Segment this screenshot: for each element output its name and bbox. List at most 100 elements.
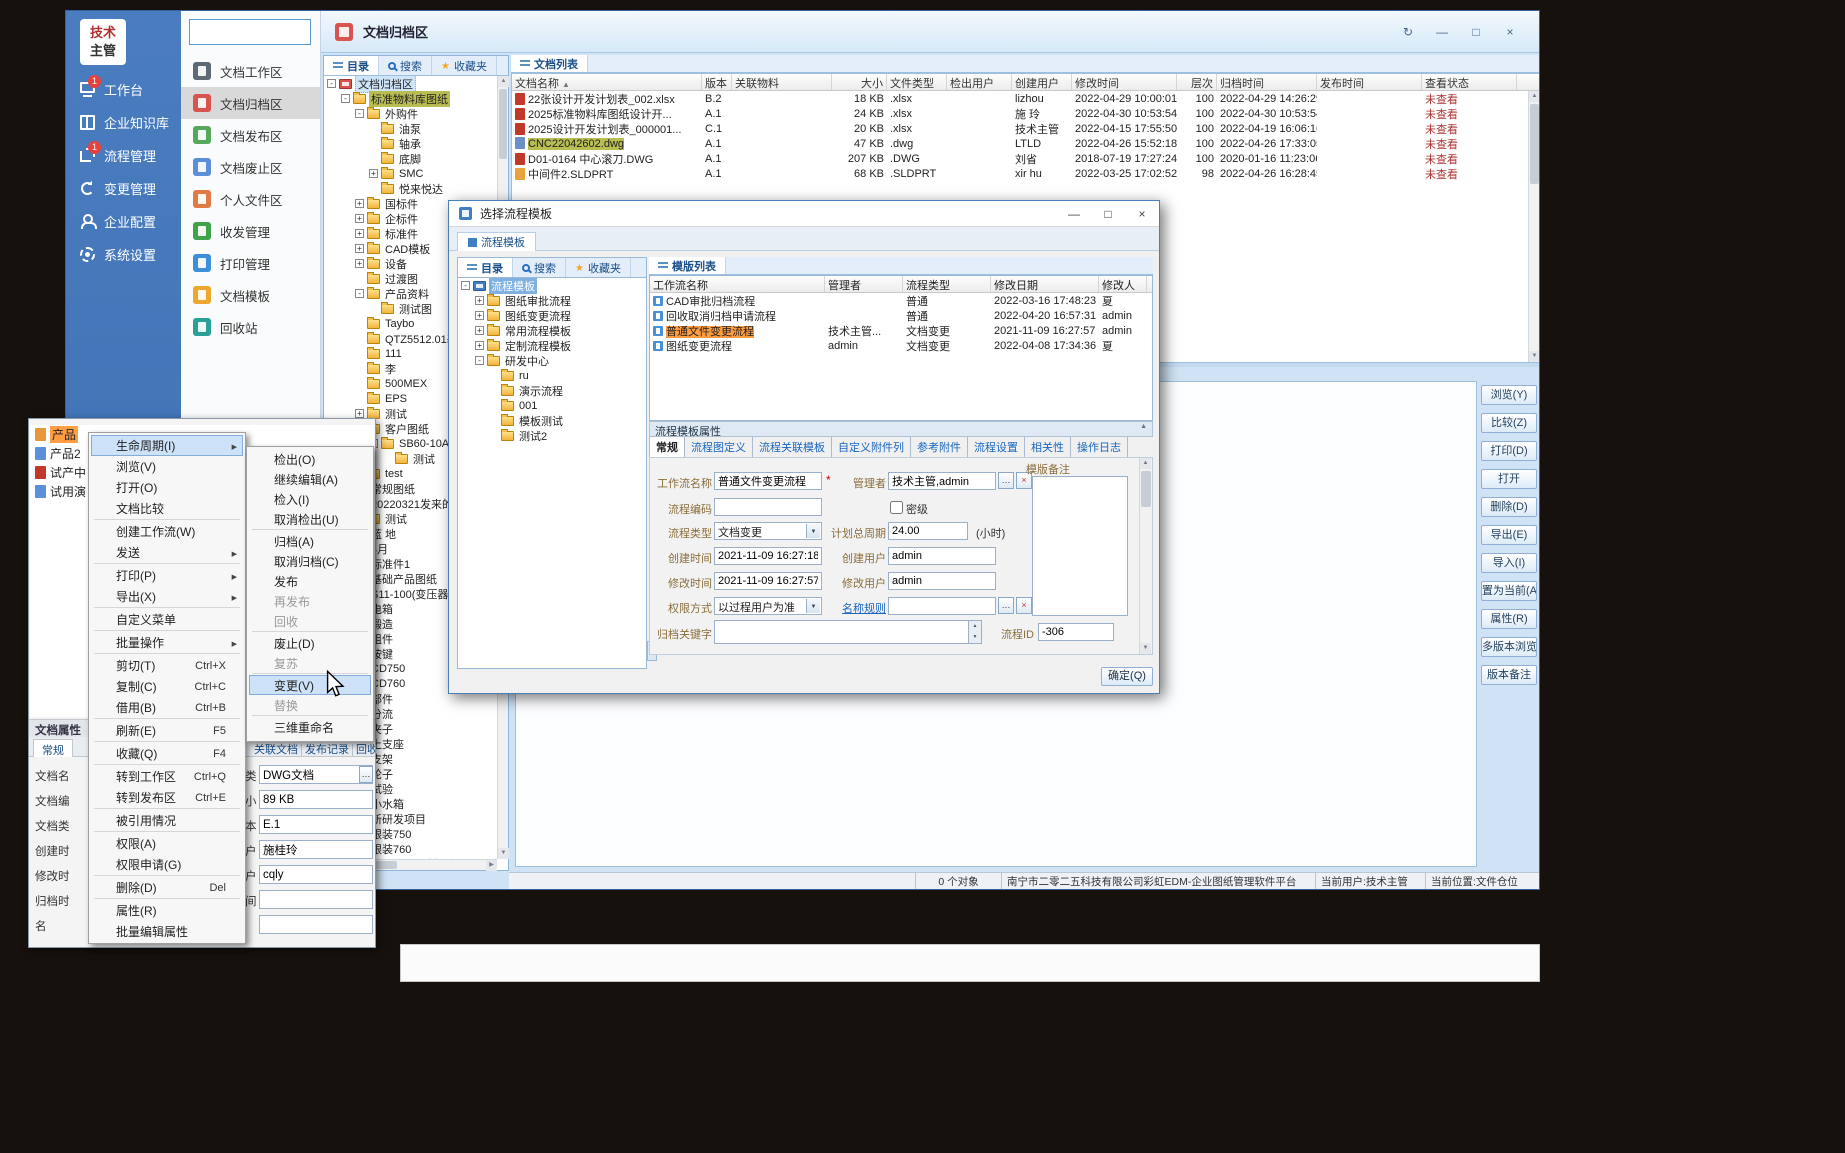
menu-item[interactable]: 复苏 — [249, 653, 371, 673]
tree-node[interactable]: 标准物料库图纸 — [324, 91, 497, 106]
close-icon[interactable]: × — [1497, 22, 1523, 42]
menu-item[interactable]: 取消归档(C) — [249, 551, 371, 571]
form-scrollbar[interactable] — [1139, 458, 1152, 654]
menu-item[interactable]: 文档比较 — [91, 498, 243, 519]
menu-item[interactable]: 替换 — [249, 695, 371, 715]
expand-toggle-icon[interactable] — [475, 356, 484, 365]
menu-item[interactable]: 借用(B) Ctrl+B — [91, 697, 243, 718]
menu-item[interactable] — [94, 898, 240, 899]
maximize-icon[interactable]: □ — [1091, 201, 1125, 227]
props-tab[interactable]: 流程关联模板 — [753, 437, 832, 457]
tree-node[interactable]: 文档归档区 — [324, 76, 497, 91]
tree-tab[interactable]: 收藏夹 — [566, 258, 631, 277]
prop-value-input[interactable] — [259, 890, 373, 909]
doc-props-tab[interactable]: 关联文档 — [251, 744, 302, 756]
tree-node[interactable]: 轴承 — [324, 136, 497, 151]
naming-rule-link[interactable]: 名称规则 — [826, 600, 886, 616]
workspace-item[interactable]: 打印管理 — [181, 247, 320, 279]
menu-item[interactable] — [252, 631, 368, 632]
tree-tab[interactable]: 搜索 — [379, 56, 432, 75]
close-icon[interactable]: × — [1125, 201, 1159, 227]
menu-item[interactable] — [94, 808, 240, 809]
props-tab[interactable]: 流程图定义 — [685, 437, 753, 457]
tree-node[interactable]: 模板测试 — [458, 413, 646, 428]
menu-item[interactable]: 回收 — [249, 611, 371, 631]
menu-item[interactable] — [94, 718, 240, 719]
column-header[interactable]: 流程类型 — [903, 276, 991, 292]
workspace-item[interactable]: 个人文件区 — [181, 183, 320, 215]
workspace-item[interactable]: 收发管理 — [181, 215, 320, 247]
menu-item[interactable]: 转到工作区 Ctrl+Q — [91, 766, 243, 787]
menu-item[interactable]: 权限(A) — [91, 833, 243, 854]
tab-template-list[interactable]: 模版列表 — [649, 257, 726, 274]
scroll-up-icon[interactable] — [1140, 458, 1151, 469]
workspace-item[interactable]: 回收站 — [181, 311, 320, 343]
props-tab[interactable]: 自定义附件列 — [832, 437, 911, 457]
menu-item[interactable]: 打印(P) — [91, 565, 243, 586]
doc-list-scrollbar[interactable] — [1528, 91, 1540, 362]
column-header[interactable]: 关联物料 — [732, 74, 832, 90]
doc-row[interactable]: D01-0164 中心滚刀.DWG A.1 207 KB .DWG 刘省 201… — [512, 151, 1540, 166]
menu-item[interactable] — [94, 519, 240, 520]
prop-value-input[interactable] — [259, 815, 373, 834]
prop-value-input[interactable] — [259, 790, 373, 809]
menu-item[interactable]: 废止(D) — [249, 633, 371, 653]
props-tab[interactable]: 参考附件 — [911, 437, 968, 457]
tree-node[interactable]: SMC — [324, 166, 497, 181]
expand-toggle-icon[interactable] — [369, 169, 378, 178]
menu-item[interactable]: 被引用情况 — [91, 810, 243, 831]
workflow-name-field[interactable] — [714, 472, 822, 490]
template-row[interactable]: 图纸变更流程 admin 文档变更 2022-04-08 17:34:36 夏 — [650, 338, 1152, 353]
doc-row[interactable]: 2025标准物料库图纸设计开... A.1 24 KB .xlsx 施 玲 20… — [512, 106, 1540, 121]
tree-node[interactable]: 演示流程 — [458, 383, 646, 398]
props-tab[interactable]: 流程设置 — [968, 437, 1025, 457]
tree-node[interactable]: 常用流程模板 — [458, 323, 646, 338]
menu-item[interactable]: 权限申请(G) — [91, 854, 243, 875]
tree-node[interactable]: 图纸审批流程 — [458, 293, 646, 308]
sidebar-item[interactable]: 企业知识库 — [66, 106, 181, 139]
minimize-icon[interactable]: — — [1429, 22, 1455, 42]
tree-node[interactable]: 图纸变更流程 — [458, 308, 646, 323]
doc-row[interactable]: 22张设计开发计划表_002.xlsx B.2 18 KB .xlsx lizh… — [512, 91, 1540, 106]
menu-item[interactable]: 剪切(T) Ctrl+X — [91, 655, 243, 676]
tab-doc-list[interactable]: 文档列表 — [511, 55, 588, 72]
prop-value-input[interactable] — [259, 865, 373, 884]
column-header[interactable]: 归档时间 — [1217, 74, 1317, 90]
workspace-item[interactable]: 文档发布区 — [181, 119, 320, 151]
props-tab[interactable]: 操作日志 — [1071, 437, 1128, 457]
sidebar-item[interactable]: 1 工作台 — [66, 73, 181, 106]
secret-checkbox[interactable] — [890, 501, 903, 514]
tree-node[interactable]: ru — [458, 368, 646, 383]
action-button[interactable]: 浏览(Y) — [1481, 385, 1537, 405]
menu-item[interactable]: 浏览(V) — [91, 456, 243, 477]
tree-node[interactable]: 定制流程模板 — [458, 338, 646, 353]
workspace-item[interactable]: 文档工作区 — [181, 55, 320, 87]
prop-value-input[interactable] — [259, 840, 373, 859]
menu-item[interactable]: 刷新(E) F5 — [91, 720, 243, 741]
doc-row[interactable]: 中间件2.SLDPRT A.1 68 KB .SLDPRT xir hu 202… — [512, 166, 1540, 181]
permission-mode-dropdown[interactable]: 以过程用户为准 — [714, 597, 822, 615]
archive-keyword-field[interactable] — [714, 620, 982, 644]
column-header[interactable]: 工作流名称 — [650, 276, 825, 292]
menu-item[interactable]: 发送 — [91, 542, 243, 563]
tree-tab[interactable]: 目录 — [324, 56, 379, 75]
manager-field[interactable] — [888, 472, 996, 490]
menu-item[interactable] — [94, 875, 240, 876]
doc-row[interactable]: 2025设计开发计划表_000001... C.1 20 KB .xlsx 技术… — [512, 121, 1540, 136]
template-row[interactable]: 普通文件变更流程 技术主管... 文档变更 2021-11-09 16:27:5… — [650, 323, 1152, 338]
maximize-icon[interactable]: □ — [1463, 22, 1489, 42]
scroll-up-icon[interactable] — [1529, 91, 1540, 102]
column-header[interactable]: 检出用户 — [947, 74, 1012, 90]
spinner-icons[interactable] — [968, 621, 981, 643]
remark-textarea[interactable] — [1032, 476, 1128, 616]
flow-type-dropdown[interactable]: 文档变更 — [714, 522, 822, 540]
menu-item[interactable] — [252, 715, 368, 716]
menu-item[interactable] — [252, 529, 368, 530]
sidebar-item[interactable]: 企业配置 — [66, 205, 181, 238]
column-header[interactable]: 大小 — [832, 74, 887, 90]
expand-toggle-icon[interactable] — [475, 326, 484, 335]
cycle-field[interactable] — [888, 522, 968, 540]
prop-value-input[interactable] — [259, 765, 373, 784]
scroll-down-icon[interactable] — [498, 848, 509, 859]
scroll-thumb[interactable] — [1530, 104, 1539, 184]
